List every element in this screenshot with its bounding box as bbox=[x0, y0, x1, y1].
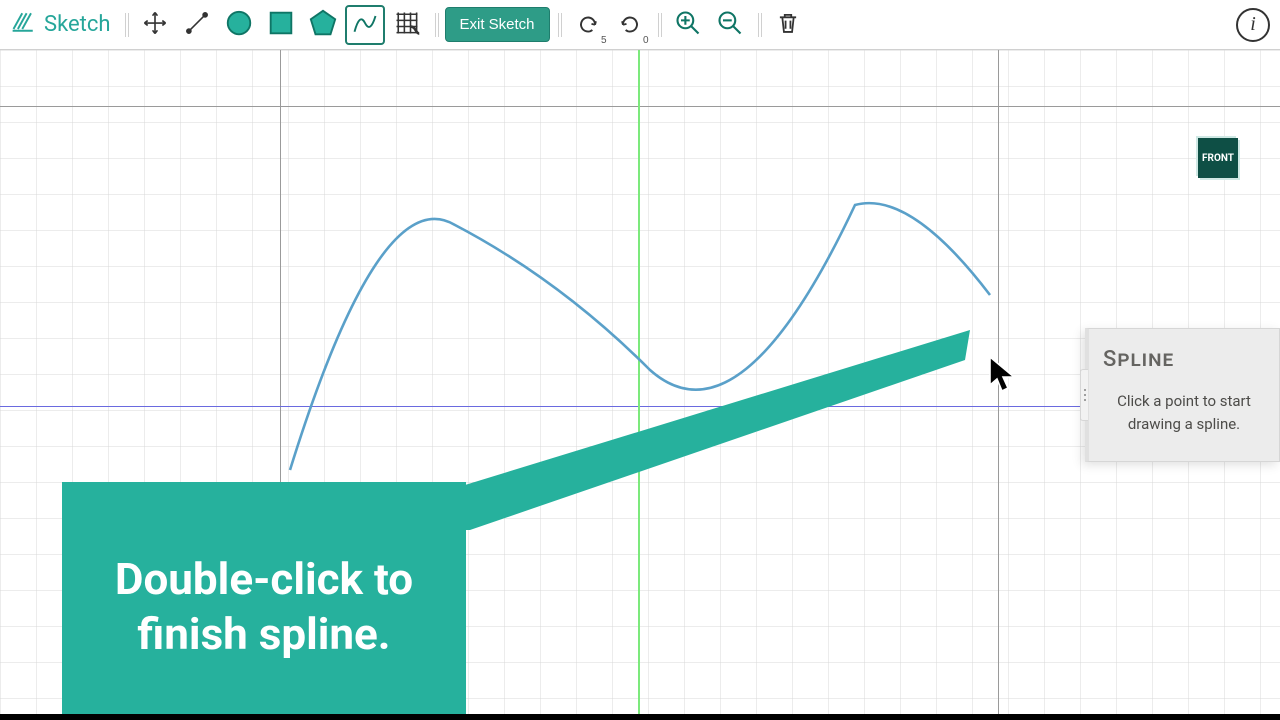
line-tool[interactable] bbox=[177, 5, 217, 45]
redo-button[interactable]: 0 bbox=[610, 5, 650, 45]
toolbar-right: i bbox=[1236, 8, 1270, 42]
info-icon: i bbox=[1250, 13, 1256, 36]
sketch-canvas[interactable]: Double-click to finish spline. FRONT Spl… bbox=[0, 50, 1280, 720]
rectangle-tool[interactable] bbox=[261, 5, 301, 45]
move-tool[interactable] bbox=[135, 5, 175, 45]
trash-icon bbox=[775, 10, 801, 39]
polygon-icon bbox=[308, 8, 338, 41]
undo-button[interactable]: 5 bbox=[568, 5, 608, 45]
separator bbox=[556, 11, 562, 39]
grid-rule bbox=[0, 106, 1280, 107]
circle-icon bbox=[224, 8, 254, 41]
separator bbox=[756, 11, 762, 39]
spline-tool[interactable] bbox=[345, 5, 385, 45]
view-cube[interactable]: FRONT bbox=[1198, 138, 1238, 178]
grid-snap-tool[interactable] bbox=[387, 5, 427, 45]
grid-rule bbox=[998, 50, 999, 720]
panel-collapse-handle[interactable] bbox=[1080, 369, 1088, 421]
hint-title: Spline bbox=[1103, 347, 1265, 372]
separator bbox=[433, 11, 439, 39]
brand-title: Sketch bbox=[44, 12, 111, 37]
separator bbox=[656, 11, 662, 39]
spline-icon bbox=[351, 9, 379, 40]
line-icon bbox=[184, 10, 210, 39]
tutorial-callout: Double-click to finish spline. bbox=[62, 482, 466, 720]
exit-sketch-button[interactable]: Exit Sketch bbox=[445, 7, 550, 42]
sketch-logo-icon bbox=[10, 8, 38, 42]
circle-tool[interactable] bbox=[219, 5, 259, 45]
frame-border bbox=[0, 714, 1280, 720]
redo-icon bbox=[616, 9, 644, 40]
app-root: Sketch bbox=[0, 0, 1280, 720]
callout-text: Double-click to finish spline. bbox=[92, 552, 436, 662]
hint-panel: Spline Click a point to start drawing a … bbox=[1085, 328, 1280, 462]
undo-count: 5 bbox=[601, 35, 607, 46]
grid-snap-icon bbox=[393, 9, 421, 40]
toolbar: Sketch bbox=[0, 0, 1280, 50]
hint-body: Click a point to start drawing a spline. bbox=[1103, 390, 1265, 435]
rectangle-icon bbox=[266, 8, 296, 41]
zoom-out-icon bbox=[716, 9, 744, 40]
info-button[interactable]: i bbox=[1236, 8, 1270, 42]
brand: Sketch bbox=[10, 8, 111, 42]
undo-icon bbox=[574, 9, 602, 40]
polygon-tool[interactable] bbox=[303, 5, 343, 45]
zoom-out-button[interactable] bbox=[710, 5, 750, 45]
axis-vertical bbox=[638, 50, 640, 720]
zoom-in-button[interactable] bbox=[668, 5, 708, 45]
zoom-in-icon bbox=[674, 9, 702, 40]
move-icon bbox=[142, 10, 168, 39]
view-cube-label: FRONT bbox=[1202, 153, 1234, 164]
delete-button[interactable] bbox=[768, 5, 808, 45]
redo-count: 0 bbox=[643, 35, 649, 46]
separator bbox=[123, 11, 129, 39]
